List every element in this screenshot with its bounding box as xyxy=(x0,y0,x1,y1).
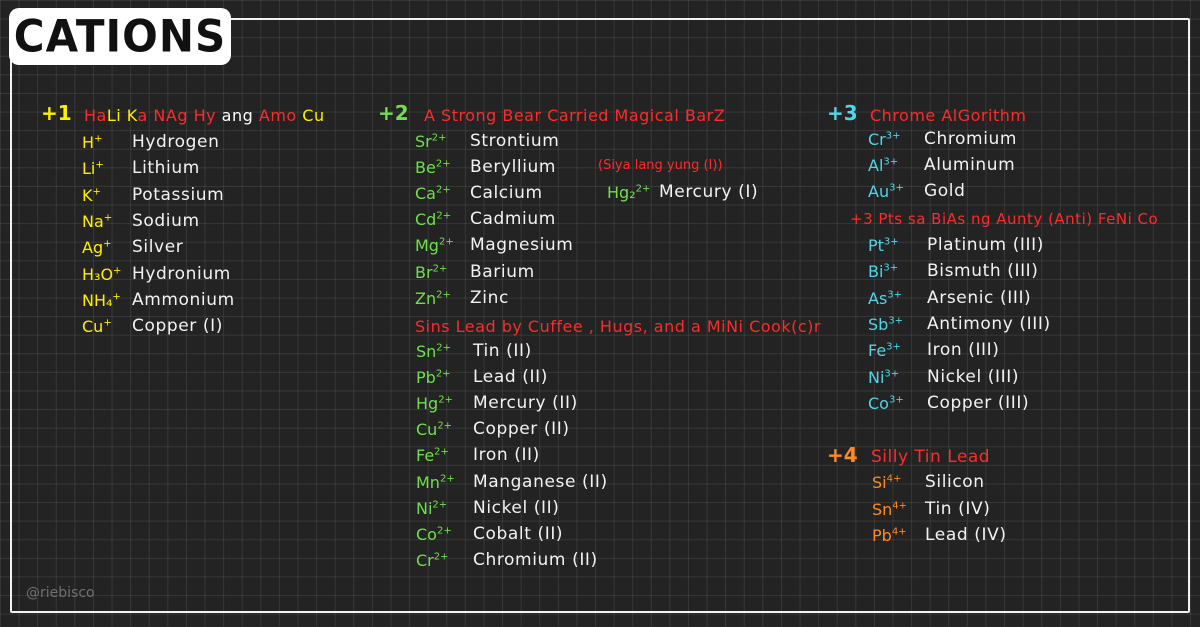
ion-symbol: Ni3+ xyxy=(868,367,900,387)
ion-name: Nickel (II) xyxy=(473,497,560,518)
ion-symbol: Hg2+ xyxy=(416,394,453,414)
ion-symbol: Fe2+ xyxy=(416,446,449,466)
ion-name: Bismuth (III) xyxy=(927,261,1039,282)
ion-symbol: Sn2+ xyxy=(416,342,452,361)
ion-name: Hydrogen xyxy=(132,132,220,152)
mnemonic-plus2: A Strong Bear Carried Magical BarZ xyxy=(424,106,726,125)
ion-symbol: Br2+ xyxy=(415,262,448,282)
ion-symbol: Co2+ xyxy=(416,524,452,544)
ion-name: Zinc xyxy=(470,287,509,308)
mnemonic-plus3-secondary: +3 Pts sa BiAs ng Aunty (Anti) FeNi Co xyxy=(850,210,1159,228)
mnemonic-plus3: Chrome AlGorithm xyxy=(870,106,1027,125)
ion-name: Chromium xyxy=(924,129,1018,149)
ion-name: Mercury (II) xyxy=(473,393,578,414)
ion-symbol: NH₄+ xyxy=(82,290,121,310)
ion-name: Magnesium xyxy=(470,235,574,256)
ion-name: Lithium xyxy=(132,158,200,179)
ion-name: Antimony (III) xyxy=(927,313,1051,334)
ion-name: Iron (II) xyxy=(473,445,540,466)
ion-name: Calcium xyxy=(470,183,543,204)
ion-symbol: Cr2+ xyxy=(416,550,449,570)
ion-name: Chromium (II) xyxy=(473,549,598,570)
ion-symbol: Pb4+ xyxy=(872,526,907,545)
ion-symbol: Ag+ xyxy=(82,238,112,258)
ion-symbol: Al3+ xyxy=(868,156,899,175)
ion-symbol: Cr3+ xyxy=(868,130,901,149)
ion-symbol: H+ xyxy=(82,133,103,152)
ion-symbol: Sb3+ xyxy=(868,314,904,334)
ion-name: Copper (I) xyxy=(132,316,223,337)
ion-name: Ammonium xyxy=(132,289,235,310)
ion-name: Hydronium xyxy=(132,263,231,284)
ion-name: Silicon xyxy=(925,472,985,492)
ion-symbol: Cd2+ xyxy=(415,210,452,230)
mnemonic-plus2-secondary: Sins Lead by Cuffee , Hugs, and a MiNi C… xyxy=(415,317,821,336)
ion-name: Barium xyxy=(470,261,535,282)
mnemonic-plus1: HaLi Ka NAg Hy ang Amo Cu xyxy=(84,106,325,125)
ion-symbol: Mg2+ xyxy=(415,236,454,256)
ion-symbol: Sr2+ xyxy=(415,132,447,151)
ion-symbol: Cu+ xyxy=(82,317,112,337)
ion-name: Sodium xyxy=(132,210,200,231)
charge-plus1: +1 xyxy=(41,101,72,125)
ion-name: Lead (II) xyxy=(473,367,548,388)
ion-name: Arsenic (III) xyxy=(927,287,1032,308)
charge-plus2: +2 xyxy=(378,101,409,125)
ion-name: Gold xyxy=(924,181,966,201)
ion-name: Iron (III) xyxy=(927,340,1000,361)
ion-symbol: Mn2+ xyxy=(416,472,455,492)
ion-name: Manganese (II) xyxy=(473,471,608,492)
ion-symbol: Ca2+ xyxy=(415,184,451,204)
mercury-note: (Siya lang yung (I)) xyxy=(598,158,723,173)
ion-symbol: Si4+ xyxy=(872,473,902,492)
ion-name: Beryllium xyxy=(470,157,557,178)
ion-symbol: Pt3+ xyxy=(868,236,899,255)
charge-plus4: +4 xyxy=(827,443,858,467)
ion-name: Nickel (III) xyxy=(927,366,1020,387)
page-title: CATIONS xyxy=(13,10,227,63)
ion-name: Cobalt (II) xyxy=(473,523,564,544)
ion-symbol: H₃O+ xyxy=(82,264,122,284)
ion-symbol: Au3+ xyxy=(868,182,904,201)
ion-symbol: Li+ xyxy=(82,159,104,179)
ion-name: Potassium xyxy=(132,184,225,205)
charge-plus3: +3 xyxy=(827,101,858,125)
ion-symbol: K+ xyxy=(82,185,101,205)
ion-symbol: As3+ xyxy=(868,288,903,308)
ion-symbol: Cu2+ xyxy=(416,420,453,440)
ion-name: Tin (II) xyxy=(473,341,532,361)
ion-symbol: Bi3+ xyxy=(868,262,899,282)
watermark: @riebisco xyxy=(26,585,95,601)
ion-name: Mercury (I) xyxy=(659,182,759,202)
ion-symbol: Sn4+ xyxy=(872,499,908,519)
ion-symbol: Ni2+ xyxy=(416,498,448,518)
ion-name: Copper (II) xyxy=(473,419,570,440)
ion-name: Aluminum xyxy=(924,155,1016,175)
ion-symbol: Be2+ xyxy=(415,158,451,178)
ion-name: Platinum (III) xyxy=(927,235,1044,255)
ion-name: Cadmium xyxy=(470,209,556,230)
ion-name: Tin (IV) xyxy=(925,498,991,519)
ion-name: Copper (III) xyxy=(927,392,1030,413)
ion-symbol: Hg₂2+ xyxy=(607,183,651,202)
ion-name: Strontium xyxy=(470,131,560,151)
ion-name: Silver xyxy=(132,237,184,258)
ion-symbol: Fe3+ xyxy=(868,341,901,361)
ion-symbol: Pb2+ xyxy=(416,368,451,388)
ion-symbol: Co3+ xyxy=(868,393,904,413)
ion-symbol: Zn2+ xyxy=(415,288,451,308)
title-box: CATIONS xyxy=(9,8,231,65)
ion-name: Lead (IV) xyxy=(925,525,1007,545)
mnemonic-plus4: Silly Tin Lead xyxy=(871,447,991,467)
ion-symbol: Na+ xyxy=(82,211,113,231)
